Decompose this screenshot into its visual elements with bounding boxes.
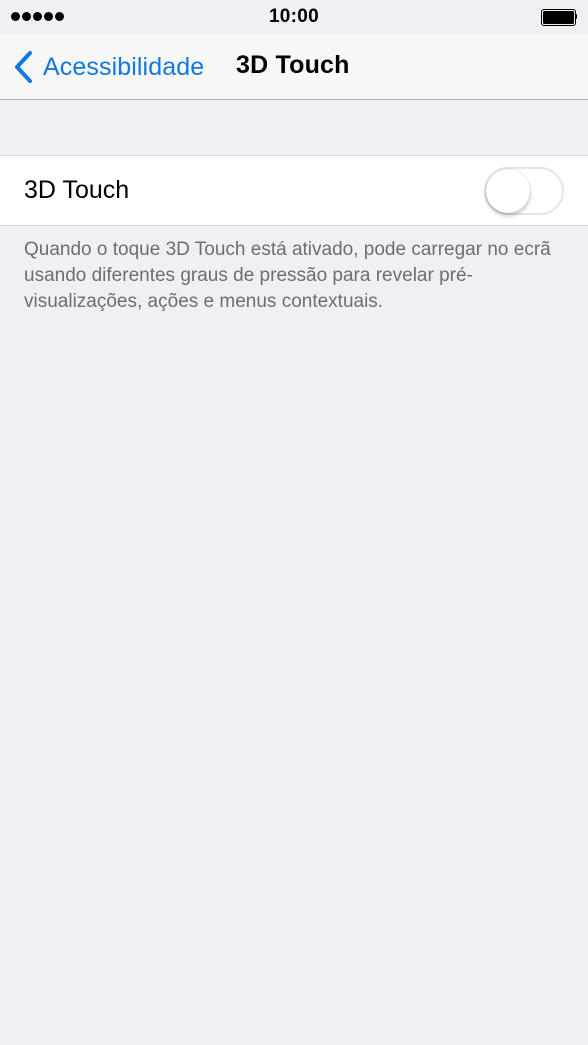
3d-touch-label: 3D Touch: [24, 176, 130, 204]
3d-touch-description: Quando o toque 3D Touch está ativado, po…: [24, 239, 551, 312]
navigation-bar: Acessibilidade 3D Touch: [0, 34, 588, 100]
battery-body: [541, 9, 576, 26]
battery-fill: [543, 11, 574, 24]
battery-icon: [541, 9, 577, 26]
battery-nub: [575, 14, 577, 19]
settings-group: 3D Touch: [0, 155, 588, 226]
status-time: 10:00: [268, 6, 320, 27]
toggle-knob: [486, 169, 530, 213]
back-button[interactable]: Acessibilidade: [12, 48, 204, 86]
back-label: Acessibilidade: [43, 52, 205, 81]
status-bar: 10:00: [0, 0, 588, 34]
page-title: 3D Touch: [236, 51, 350, 79]
chevron-left-icon: [15, 51, 32, 83]
3d-touch-toggle[interactable]: [484, 167, 564, 215]
